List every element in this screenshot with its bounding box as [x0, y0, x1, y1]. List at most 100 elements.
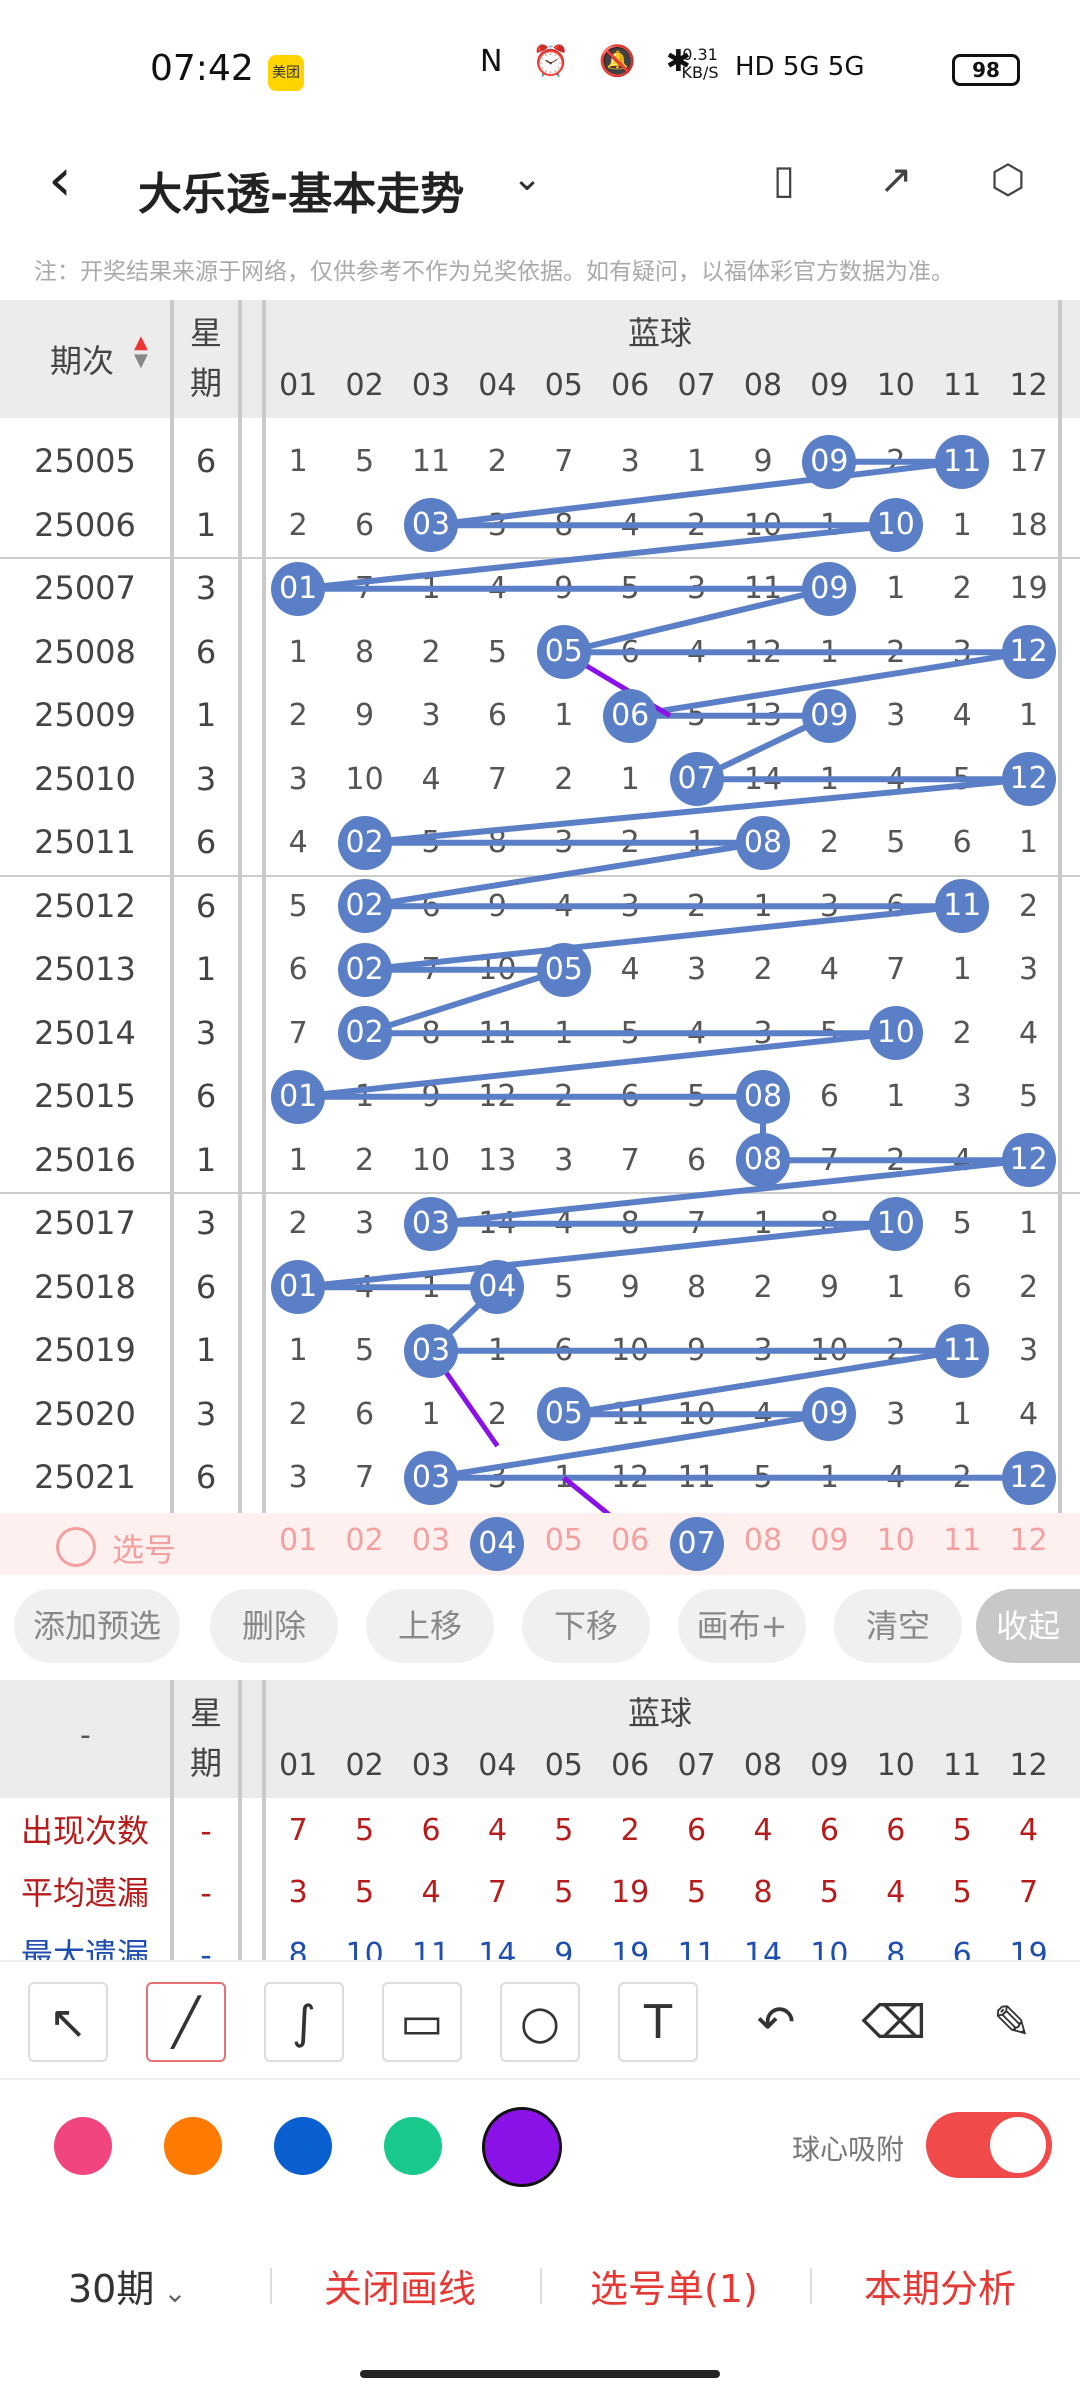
table-row[interactable]: 25005 6 1 5 11 2 7 3 1 9 09 2 11 17: [0, 430, 1080, 494]
text-tool-icon[interactable]: T: [618, 1982, 698, 2062]
close-draw-button[interactable]: 关闭画线: [324, 2258, 476, 2313]
share-icon[interactable]: ↗: [868, 152, 924, 208]
collapse-button[interactable]: 收起: [976, 1589, 1080, 1663]
table-row[interactable]: 25012650269432136112: [0, 875, 1080, 939]
undo-icon[interactable]: ↶: [736, 1982, 816, 2062]
clear-brush-icon[interactable]: ✎: [972, 1982, 1052, 2062]
eraser-icon[interactable]: ⌫: [854, 1982, 934, 2062]
value-cell: 8: [620, 1206, 640, 1241]
phone-rotate-icon[interactable]: ▯: [756, 152, 812, 208]
select-number[interactable]: 06: [597, 1523, 663, 1558]
stats-value: 5: [952, 1875, 972, 1910]
table-row[interactable]: 2501611210133760872412: [0, 1129, 1080, 1193]
period-count-select[interactable]: 30期 ⌄: [68, 2258, 187, 2313]
hit-ball: 08: [736, 1133, 790, 1188]
value-cell: 11: [411, 444, 451, 479]
period-cell: 25019: [34, 1331, 136, 1369]
value-cell: 7: [355, 571, 375, 606]
hit-ball: 09: [802, 434, 857, 489]
value-cell: 13: [743, 698, 783, 733]
period-header[interactable]: 期次: [50, 336, 114, 382]
clear-button[interactable]: 清空: [834, 1589, 962, 1663]
selected-ball[interactable]: 07: [669, 1517, 724, 1571]
number-header: 02: [345, 368, 384, 403]
select-number[interactable]: 10: [863, 1523, 929, 1558]
value-cell: 4: [487, 571, 507, 606]
week-cell: 1: [195, 950, 217, 988]
move-down-button[interactable]: 下移: [522, 1589, 650, 1663]
arrow-tool-icon[interactable]: ↖: [28, 1982, 108, 2062]
value-cell: 3: [819, 888, 839, 924]
value-cell: 2: [288, 1396, 308, 1432]
hit-ball: 03: [404, 1323, 458, 1378]
value-cell: 5: [355, 444, 375, 479]
stats-value: 19: [1009, 1937, 1048, 1960]
table-row[interactable]: 25015 6 01 1 9 12 2 6 5 08 6 1 3 5: [0, 1065, 1080, 1129]
circle-tool-icon[interactable]: ○: [500, 1982, 580, 2062]
value-cell: 2: [886, 1142, 906, 1178]
value-cell: 3: [753, 1015, 773, 1051]
stats-week: -: [200, 1812, 212, 1850]
line-tool-icon[interactable]: ╱: [146, 1982, 226, 2062]
week-cell: 1: [195, 505, 217, 544]
radio-circle-icon[interactable]: [56, 1527, 96, 1567]
sort-icon[interactable]: ▲ ▼: [134, 334, 148, 370]
select-label[interactable]: 选号: [112, 1525, 176, 1571]
value-cell: 4: [620, 507, 640, 543]
value-cell: 4: [421, 761, 441, 797]
back-arrow-icon[interactable]: ‹: [48, 150, 72, 210]
settings-icon[interactable]: ⬡: [980, 152, 1036, 208]
period-cell: 25016: [34, 1140, 136, 1179]
color-pink-swatch[interactable]: [54, 2117, 112, 2175]
snap-toggle[interactable]: [926, 2112, 1052, 2178]
value-cell: 5: [487, 634, 507, 670]
value-cell: 3: [687, 571, 707, 606]
week-cell: 3: [195, 759, 217, 798]
table-row[interactable]: 25011 6 4 02 5 8 3 2 1 08 2 5 6 1: [0, 811, 1080, 875]
stats-label: 出现次数: [20, 1812, 149, 1850]
select-number[interactable]: 01: [265, 1523, 331, 1558]
value-cell: 12: [478, 1079, 517, 1114]
delete-button[interactable]: 删除: [210, 1589, 338, 1663]
color-purple-swatch-selected[interactable]: [482, 2107, 562, 2187]
value-cell: 2: [487, 1396, 507, 1432]
color-blue-swatch[interactable]: [274, 2117, 332, 2175]
table-row[interactable]: 2501911503161093102113: [0, 1319, 1080, 1383]
value-cell: 3: [355, 1206, 375, 1241]
canvas-plus-button[interactable]: 画布+: [678, 1589, 806, 1663]
value-cell: 11: [478, 1015, 517, 1051]
trend-chart[interactable]: 期次 ▲ ▼ 星期 蓝球 01 02 03 04 05 06 07 08 09 10 11 12 250…: [0, 300, 1080, 1575]
add-preselect-button[interactable]: 添加预选: [14, 1589, 180, 1663]
stats-value: 5: [554, 1813, 574, 1848]
stats-value: 5: [819, 1875, 839, 1910]
value-cell: 2: [554, 1079, 574, 1114]
color-green-swatch[interactable]: [384, 2117, 442, 2175]
select-list-button[interactable]: 选号单(1): [590, 2258, 758, 2313]
table-row[interactable]: 25009 1 2 9 3 6 1 06 5 13 09 3 4 1: [0, 684, 1080, 748]
rectangle-tool-icon[interactable]: ▭: [382, 1982, 462, 2062]
color-orange-swatch[interactable]: [164, 2117, 222, 2175]
table-row[interactable]: 25007 3 01 7 1 4 9 5 3 11 09 1 2 19: [0, 557, 1080, 621]
select-number[interactable]: 09: [796, 1523, 862, 1558]
table-row[interactable]: 25018601410459829162: [0, 1256, 1080, 1320]
value-cell: 3: [620, 888, 640, 924]
selected-ball[interactable]: 04: [470, 1517, 525, 1571]
select-number[interactable]: 11: [929, 1523, 995, 1558]
page-title[interactable]: 大乐透-基本走势: [138, 158, 464, 222]
select-number[interactable]: 03: [398, 1523, 464, 1558]
value-cell: 9: [620, 1269, 640, 1305]
chevron-down-icon[interactable]: ⌄: [512, 158, 542, 199]
move-up-button[interactable]: 上移: [366, 1589, 494, 1663]
app-notification-badge: 美团: [268, 55, 304, 91]
table-row[interactable]: 25021 6 3 7 03 3 1 12 11 5 1 4 2 12: [0, 1446, 1080, 1510]
value-cell: 1: [554, 1460, 574, 1495]
stats-row: 出现次数 - 7 5 6 4 5 2 6 4 6 6 5 4: [0, 1800, 1080, 1862]
curve-tool-icon[interactable]: ∫: [264, 1982, 344, 2062]
table-row[interactable]: 2501033104721071414512: [0, 748, 1080, 812]
select-number[interactable]: 05: [531, 1523, 597, 1558]
value-cell: 4: [620, 952, 640, 987]
select-number[interactable]: 08: [730, 1523, 796, 1558]
analysis-button[interactable]: 本期分析: [864, 2258, 1016, 2313]
select-number[interactable]: 02: [331, 1523, 397, 1558]
select-number[interactable]: 12: [995, 1523, 1061, 1558]
